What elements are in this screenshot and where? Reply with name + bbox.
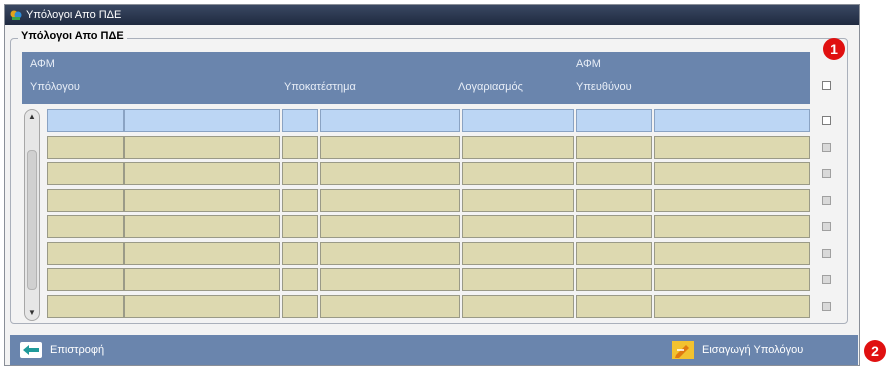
table-cell[interactable] [654,109,810,132]
table-cell[interactable] [654,215,810,238]
table-cell[interactable] [282,189,318,212]
table-cell[interactable] [47,162,124,185]
table-cell[interactable] [462,136,574,159]
table-cell[interactable] [576,136,652,159]
row-checkbox[interactable] [822,169,831,178]
table-cell[interactable] [462,242,574,265]
table-cell[interactable] [462,109,574,132]
scroll-down-icon[interactable]: ▼ [25,306,39,320]
scroll-up-icon[interactable]: ▲ [25,110,39,124]
table-cell[interactable] [282,215,318,238]
table-cell[interactable] [462,295,574,318]
back-arrow-icon [20,342,42,358]
footer-bar: Επιστροφή Εισαγωγή Υπολόγου [10,335,858,365]
table-cell[interactable] [282,136,318,159]
header-logariasmos: Λογαριασμός [458,81,523,93]
table-cell[interactable] [47,136,124,159]
table-cell[interactable] [576,109,652,132]
header-ypefthynou: Υπευθύνου [576,81,632,93]
table-cell[interactable] [282,162,318,185]
table-cell[interactable] [576,242,652,265]
table-cell[interactable] [47,268,124,291]
table-cell[interactable] [654,162,810,185]
header-afm: ΑΦΜ [30,58,55,70]
header-ypokatastima: Υποκατέστημα [284,81,356,93]
header-checkbox[interactable] [822,81,831,90]
vertical-scrollbar[interactable]: ▲ ▼ [24,109,40,321]
window-title: Υπόλογοι Απο ΠΔΕ [26,9,122,21]
table-cell[interactable] [124,295,280,318]
table-cell[interactable] [124,242,280,265]
table-cell[interactable] [320,162,460,185]
row-checkbox[interactable] [822,143,831,152]
row-checkbox[interactable] [822,249,831,258]
table-cell[interactable] [47,295,124,318]
table-cell[interactable] [47,109,124,132]
table-cell[interactable] [654,268,810,291]
table-cell[interactable] [576,268,652,291]
table-cell[interactable] [47,242,124,265]
title-bar[interactable]: Υπόλογοι Απο ΠΔΕ [5,5,859,25]
table-cell[interactable] [47,189,124,212]
table-cell[interactable] [320,215,460,238]
table-cell[interactable] [576,162,652,185]
table-header: ΑΦΜ Υπόλογου Υποκατέστημα Λογαριασμός ΑΦ… [22,52,810,104]
table-cell[interactable] [282,242,318,265]
table-cell[interactable] [282,109,318,132]
back-button[interactable]: Επιστροφή [20,335,104,365]
table-cell[interactable] [47,215,124,238]
table-cell[interactable] [654,136,810,159]
table-cell[interactable] [320,268,460,291]
table-cell[interactable] [654,242,810,265]
row-checkbox[interactable] [822,275,831,284]
header-ypologou: Υπόλογου [30,81,80,93]
table-cell[interactable] [576,295,652,318]
table-cell[interactable] [576,215,652,238]
scroll-thumb[interactable] [27,150,37,290]
group-label: Υπόλογοι Απο ΠΔΕ [18,30,127,42]
table-cell[interactable] [124,162,280,185]
table-cell[interactable] [320,295,460,318]
table-cell[interactable] [124,136,280,159]
table-cell[interactable] [576,189,652,212]
table-cell[interactable] [320,242,460,265]
table-cell[interactable] [124,189,280,212]
table-cell[interactable] [462,189,574,212]
annotation-marker-2: 2 [864,340,886,362]
annotation-marker-1: 1 [823,38,845,60]
table-cell[interactable] [320,109,460,132]
row-checkbox[interactable] [822,196,831,205]
table-cell[interactable] [654,189,810,212]
table-cell[interactable] [462,162,574,185]
table-cell[interactable] [462,215,574,238]
insert-button[interactable]: Εισαγωγή Υπολόγου [672,335,803,365]
row-checkbox[interactable] [822,222,831,231]
table-cell[interactable] [124,268,280,291]
back-label: Επιστροφή [50,344,105,356]
header-afm-2: ΑΦΜ [576,58,601,70]
table-cell[interactable] [320,189,460,212]
table-cell[interactable] [320,136,460,159]
row-checkbox[interactable] [822,116,831,125]
table-cell[interactable] [124,215,280,238]
insert-label: Εισαγωγή Υπολόγου [702,344,804,356]
app-icon [10,10,22,20]
pencil-icon [672,341,694,359]
table-cell[interactable] [282,268,318,291]
row-checkbox[interactable] [822,302,831,311]
table-cell[interactable] [124,109,280,132]
table-cell[interactable] [282,295,318,318]
table-cell[interactable] [462,268,574,291]
table-cell[interactable] [654,295,810,318]
